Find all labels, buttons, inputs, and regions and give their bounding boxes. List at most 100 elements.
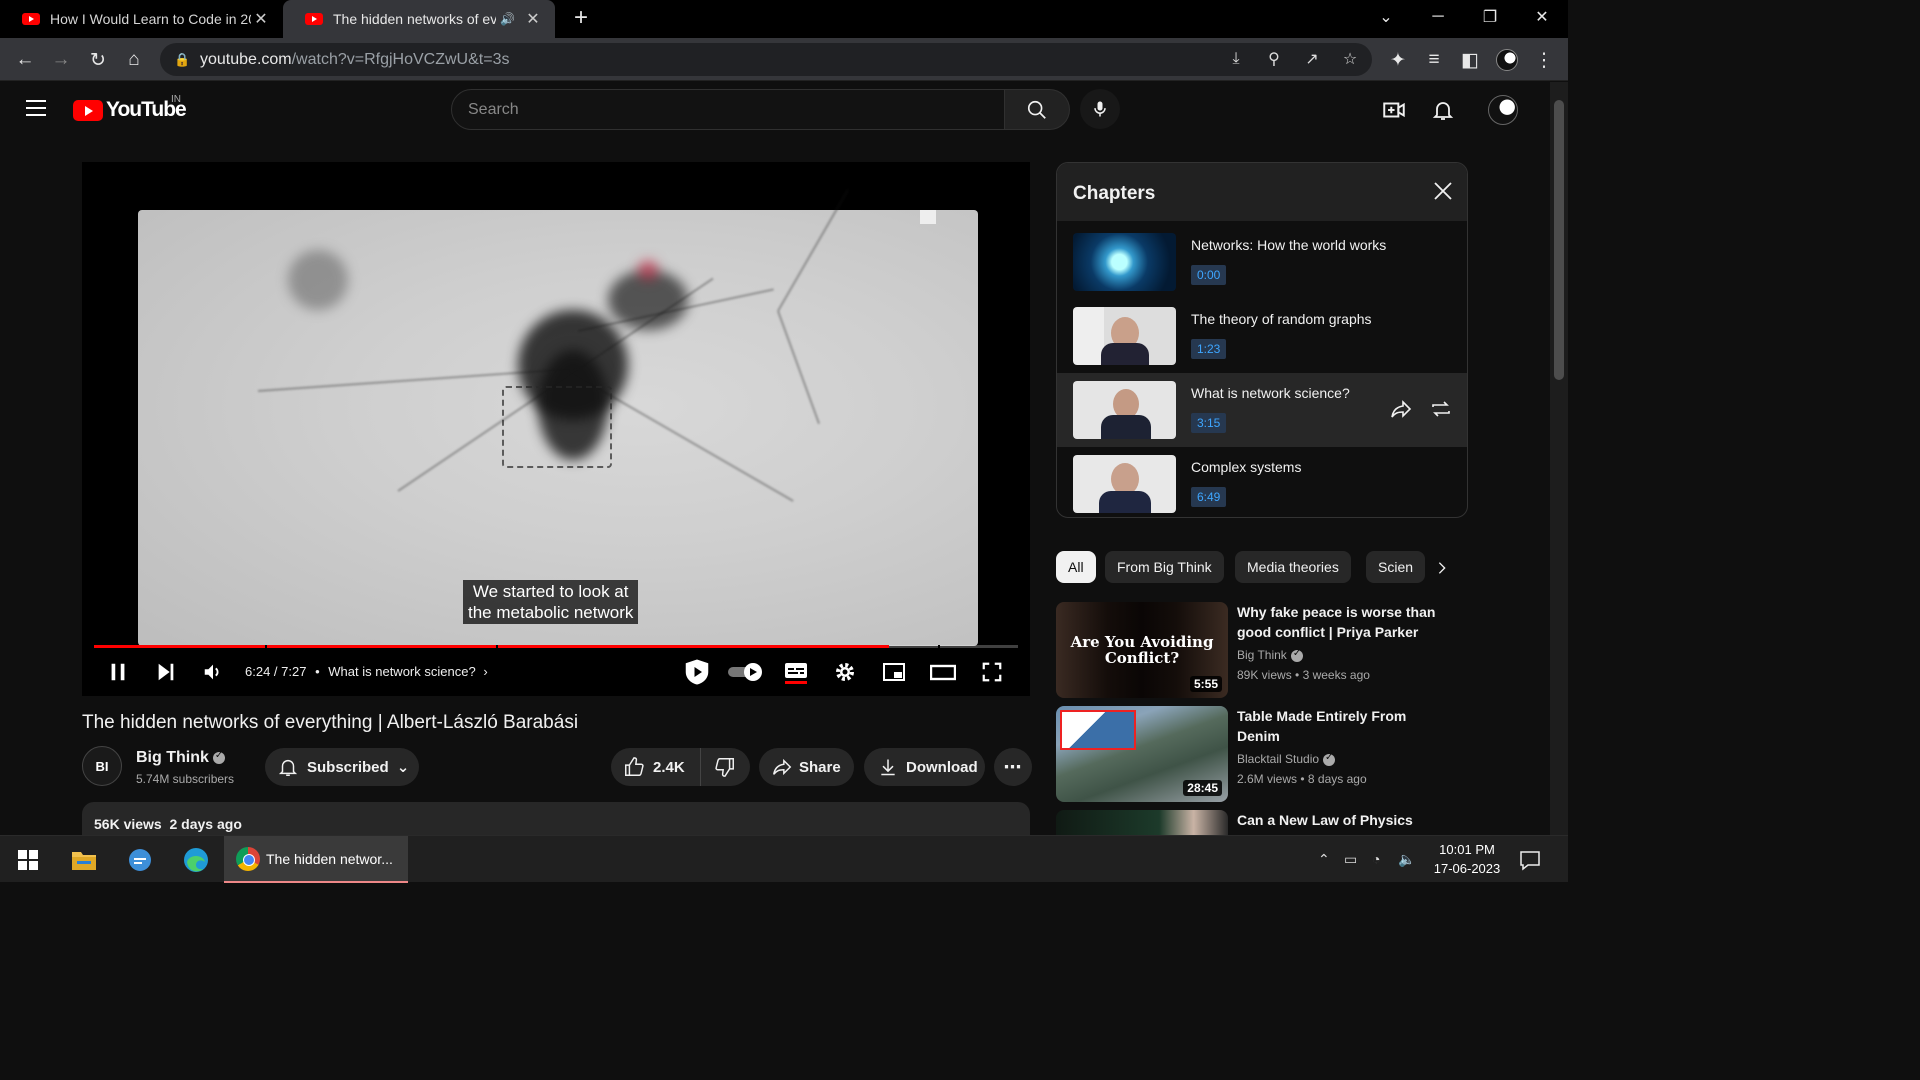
browser-tab-active[interactable]: The hidden networks of every 🔊 ✕ <box>283 0 555 38</box>
edge-browser-icon[interactable] <box>180 844 212 876</box>
close-chapters-button[interactable] <box>1431 179 1455 203</box>
chevron-right-icon[interactable]: › <box>483 664 487 679</box>
bookmark-star-icon[interactable]: ☆ <box>1338 47 1362 71</box>
tray-overflow-icon[interactable]: ⌃ <box>1318 846 1330 872</box>
battery-icon[interactable]: ▭ <box>1344 846 1357 872</box>
recommended-channel[interactable]: Blacktail Studio <box>1237 752 1336 766</box>
volume-tray-icon[interactable]: 🔈 <box>1398 846 1415 872</box>
search-input[interactable]: Search <box>451 89 1005 130</box>
loop-chapter-icon[interactable] <box>1429 397 1453 421</box>
voice-search-button[interactable] <box>1080 89 1120 129</box>
notification-center-icon[interactable] <box>1514 844 1546 876</box>
media-controls-icon[interactable]: ≡ <box>1420 46 1448 74</box>
windows-start-icon[interactable] <box>12 844 44 876</box>
chips-next-button[interactable] <box>1430 556 1454 580</box>
extensions-icon[interactable]: ✦ <box>1384 46 1412 74</box>
dislike-button[interactable] <box>701 748 749 786</box>
chip-science[interactable]: Scien <box>1366 551 1426 583</box>
chapter-marker <box>938 645 940 648</box>
channel-avatar[interactable]: BI <box>82 746 122 786</box>
install-app-icon[interactable]: ⤓ <box>1224 47 1248 71</box>
profile-avatar-icon[interactable] <box>1493 46 1521 74</box>
chapter-timestamp[interactable]: 1:23 <box>1191 339 1227 359</box>
like-button[interactable]: 2.4K <box>611 748 701 786</box>
theater-mode-icon <box>930 664 956 681</box>
system-clock[interactable]: 10:01 PM 17-06-2023 <box>1420 840 1514 878</box>
chip-from-channel[interactable]: From Big Think <box>1105 551 1224 583</box>
audio-playing-icon[interactable]: 🔊 <box>500 12 515 26</box>
fullscreen-button[interactable] <box>975 657 1009 687</box>
chapter-item-current[interactable]: What is network science? 3:15 <box>1057 373 1467 447</box>
pause-button[interactable] <box>101 657 135 687</box>
search-button[interactable] <box>1005 89 1070 130</box>
chapter-timestamp[interactable]: 3:15 <box>1191 413 1227 433</box>
browser-menu-icon[interactable]: ⋮ <box>1530 46 1558 74</box>
sponsor-block-button[interactable] <box>680 657 714 687</box>
recommended-video[interactable]: Can a New Law of Physics <box>1056 810 1468 835</box>
recommended-channel[interactable]: Big Think <box>1237 648 1303 662</box>
page-scrollbar[interactable] <box>1550 82 1568 835</box>
microphone-icon <box>1094 101 1106 117</box>
chapter-item[interactable]: Networks: How the world works 0:00 <box>1057 225 1467 299</box>
recommended-video[interactable]: 28:45 Table Made Entirely From Denim Bla… <box>1056 706 1468 802</box>
forward-icon[interactable]: → <box>47 46 75 74</box>
close-window-button[interactable]: ✕ <box>1516 0 1568 34</box>
restore-button[interactable]: ❐ <box>1464 0 1516 34</box>
title-line: Table Made Entirely From <box>1237 708 1407 724</box>
thumbs-down-icon <box>715 758 734 777</box>
chat-app-icon[interactable] <box>124 844 156 876</box>
chapter-item[interactable]: The theory of random graphs 1:23 <box>1057 299 1467 373</box>
share-button[interactable]: Share <box>759 748 854 786</box>
progress-bar[interactable] <box>94 645 1018 648</box>
youtube-logo[interactable]: YouTube IN <box>73 94 187 122</box>
autoplay-toggle[interactable] <box>726 657 766 687</box>
more-actions-button[interactable]: ⋯ <box>994 748 1032 786</box>
video-thumbnail[interactable]: 28:45 <box>1056 706 1228 802</box>
current-chapter-link[interactable]: What is network science? <box>328 664 475 679</box>
address-bar[interactable]: 🔒 youtube.com/watch?v=RfgjHoVCZwU&t=3s ⤓… <box>160 43 1372 76</box>
chip-media-theories[interactable]: Media theories <box>1235 551 1351 583</box>
guide-menu-icon[interactable] <box>26 100 46 116</box>
subtitles-button[interactable] <box>779 657 813 687</box>
new-tab-button[interactable]: + <box>568 6 594 32</box>
account-avatar[interactable] <box>1488 95 1518 125</box>
notifications-bell-icon[interactable] <box>1428 95 1458 125</box>
download-button[interactable]: Download <box>864 748 985 786</box>
reload-icon[interactable]: ↻ <box>84 46 112 74</box>
chapter-item[interactable]: Complex systems 6:49 <box>1057 447 1467 517</box>
close-tab-icon[interactable]: ✕ <box>251 9 271 29</box>
tab-search-icon[interactable]: ⌄ <box>1360 0 1412 34</box>
side-panel-icon[interactable]: ◧ <box>1456 46 1484 74</box>
subscribed-button[interactable]: Subscribed ⌄ <box>265 748 419 786</box>
chapter-timestamp[interactable]: 6:49 <box>1191 487 1227 507</box>
taskbar-window-title: The hidden networ... <box>266 850 393 867</box>
home-icon[interactable]: ⌂ <box>120 46 148 74</box>
next-video-button[interactable] <box>149 657 183 687</box>
close-tab-icon[interactable]: ✕ <box>523 9 543 29</box>
theater-mode-button[interactable] <box>926 657 960 687</box>
miniplayer-button[interactable] <box>877 657 911 687</box>
back-icon[interactable]: ← <box>11 46 39 74</box>
recommended-video[interactable]: Are You Avoiding Conflict? 5:55 Why fake… <box>1056 602 1468 698</box>
zoom-icon[interactable]: ⚲ <box>1262 47 1286 71</box>
volume-button[interactable] <box>196 657 230 687</box>
video-thumbnail[interactable] <box>1056 810 1228 835</box>
scrollbar-thumb[interactable] <box>1554 100 1564 380</box>
chip-all[interactable]: All <box>1056 551 1096 583</box>
chapter-timestamp[interactable]: 0:00 <box>1191 265 1227 285</box>
share-chapter-icon[interactable] <box>1389 397 1413 421</box>
wifi-icon[interactable]: ◔ <box>1372 846 1380 872</box>
file-explorer-icon[interactable] <box>68 844 100 876</box>
minimize-button[interactable]: ─ <box>1412 0 1464 34</box>
lock-icon[interactable]: 🔒 <box>174 52 190 68</box>
channel-name[interactable]: Big Think <box>136 749 225 767</box>
create-video-icon[interactable] <box>1379 95 1409 125</box>
taskbar-chrome-window[interactable]: The hidden networ... <box>224 836 408 883</box>
settings-button[interactable] <box>828 657 862 687</box>
video-thumbnail[interactable]: Are You Avoiding Conflict? 5:55 <box>1056 602 1228 698</box>
more-horizontal-icon: ⋯ <box>1003 756 1023 777</box>
video-player[interactable]: We started to look at the metabolic netw… <box>82 162 1030 696</box>
video-caption: We started to look at the metabolic netw… <box>463 580 639 624</box>
browser-tab-inactive[interactable]: How I Would Learn to Code in 20 ✕ <box>0 0 283 38</box>
share-page-icon[interactable]: ↗ <box>1300 47 1324 71</box>
